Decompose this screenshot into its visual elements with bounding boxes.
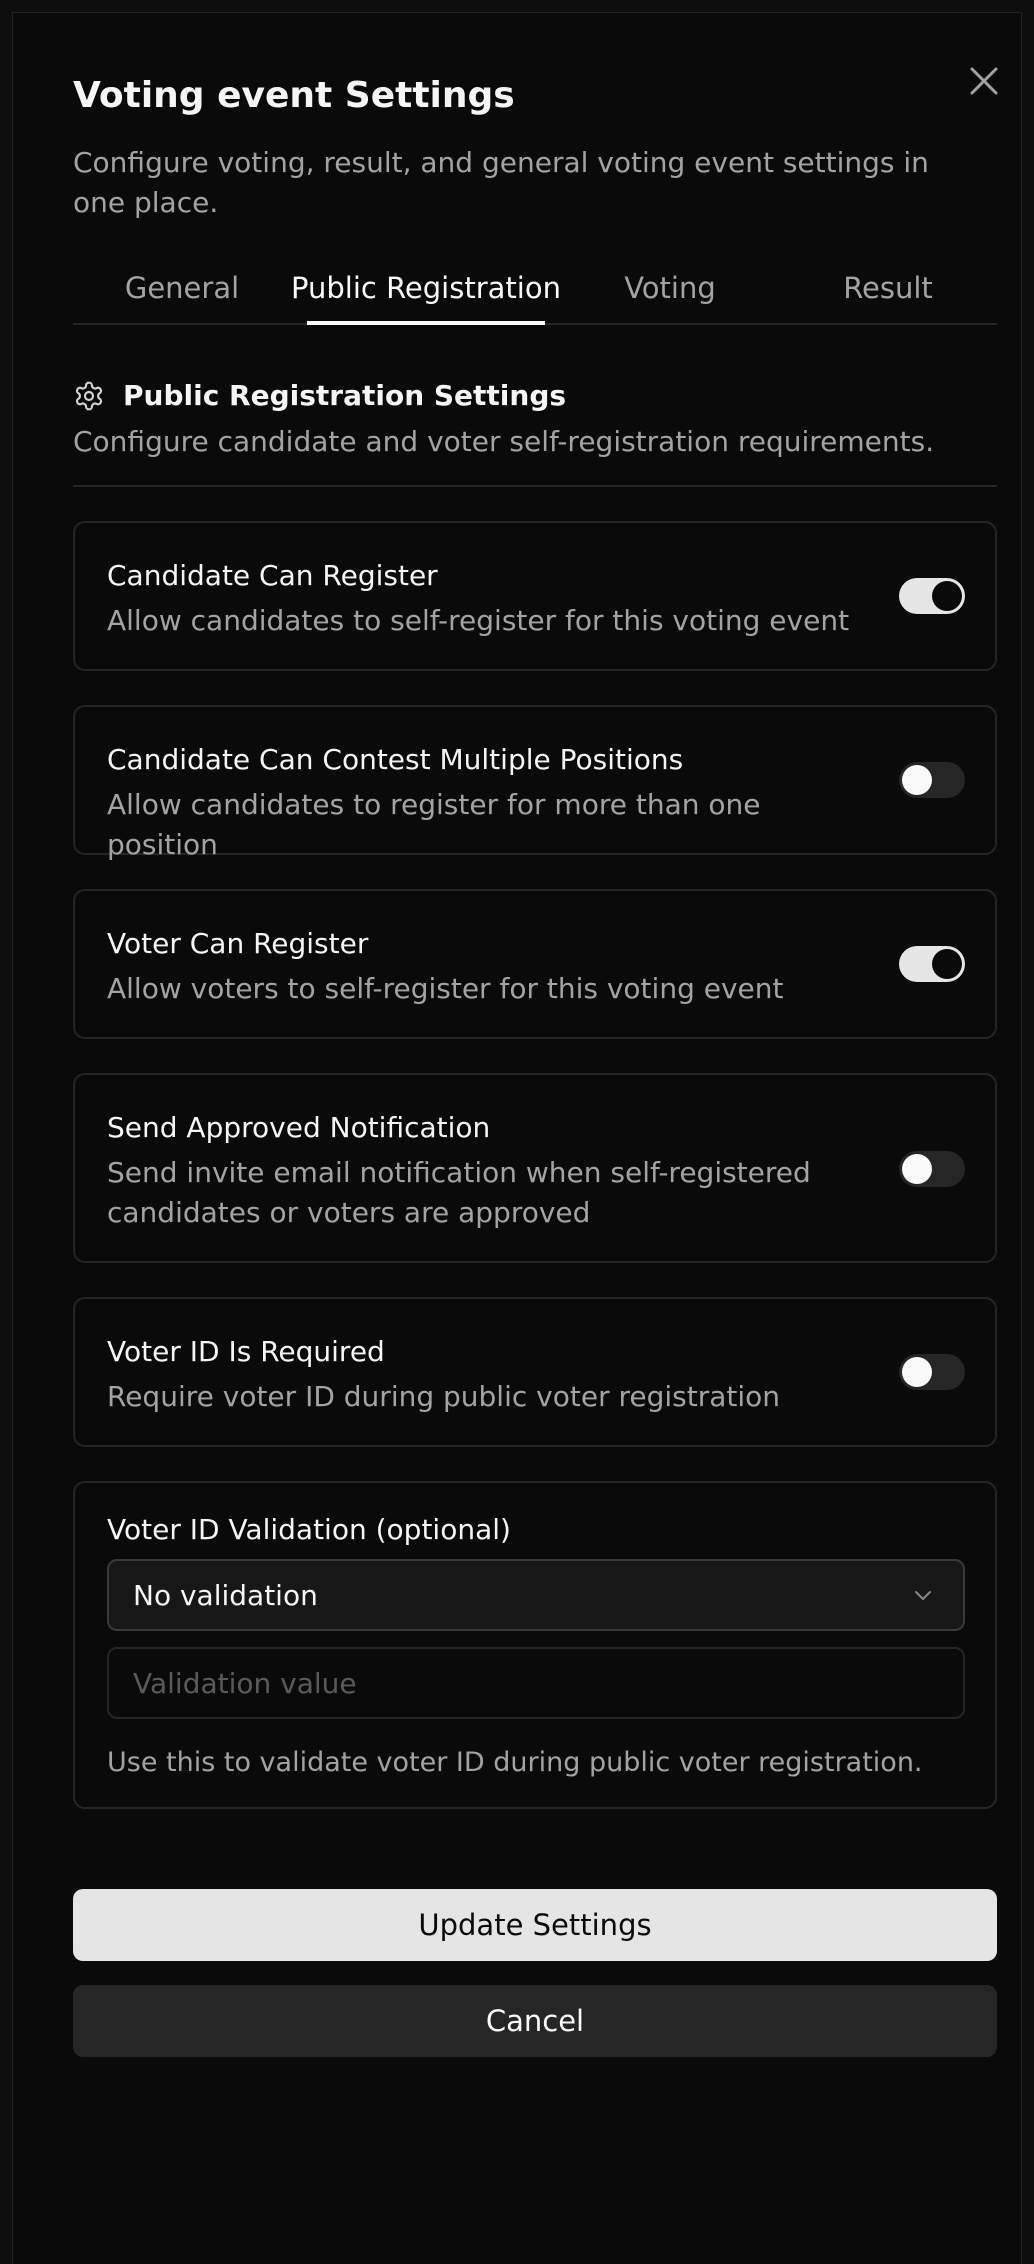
- update-settings-button[interactable]: Update Settings: [73, 1889, 997, 1961]
- tab-result[interactable]: Result: [779, 261, 997, 323]
- setting-description: Send invite email notification when self…: [107, 1156, 811, 1229]
- section-description: Configure candidate and voter self-regis…: [73, 425, 935, 458]
- settings-dialog: Voting event Settings Configure voting, …: [12, 12, 1022, 2264]
- toggle-knob: [902, 1357, 932, 1387]
- setting-candidate-multiple-positions: Candidate Can Contest Multiple Positions…: [73, 705, 997, 861]
- toggle-knob: [932, 949, 962, 979]
- setting-title: Voter ID Is Required: [107, 1335, 385, 1368]
- validation-type-select[interactable]: No validation: [107, 1559, 965, 1631]
- section-divider: [73, 485, 997, 487]
- candidate-can-register-toggle[interactable]: [899, 578, 965, 614]
- setting-description: Allow voters to self-register for this v…: [107, 972, 784, 1005]
- toggle-knob: [902, 1154, 932, 1184]
- setting-description: Allow candidates to self-register for th…: [107, 604, 850, 637]
- setting-title: Candidate Can Contest Multiple Positions: [107, 743, 684, 776]
- setting-description: Require voter ID during public voter reg…: [107, 1380, 781, 1413]
- voter-id-validation-card: Voter ID Validation (optional) No valida…: [73, 1481, 997, 1809]
- setting-voter-id-required: Voter ID Is Required Require voter ID du…: [73, 1297, 997, 1447]
- voter-can-register-toggle[interactable]: [899, 946, 965, 982]
- setting-candidate-can-register: Candidate Can Register Allow candidates …: [73, 521, 997, 671]
- validation-value-input[interactable]: [107, 1647, 965, 1719]
- validation-label: Voter ID Validation (optional): [107, 1513, 511, 1546]
- tab-general[interactable]: General: [73, 261, 291, 323]
- dialog-subtitle: Configure voting, result, and general vo…: [73, 146, 929, 219]
- setting-title: Voter Can Register: [107, 927, 369, 960]
- setting-title: Send Approved Notification: [107, 1111, 491, 1144]
- setting-description: Allow candidates to register for more th…: [107, 788, 761, 861]
- validation-helper-text: Use this to validate voter ID during pub…: [107, 1747, 923, 1778]
- voter-id-required-toggle[interactable]: [899, 1354, 965, 1390]
- cancel-button[interactable]: Cancel: [73, 1985, 997, 2057]
- candidate-multiple-positions-toggle[interactable]: [899, 762, 965, 798]
- send-approved-notification-toggle[interactable]: [899, 1151, 965, 1187]
- gear-icon: [75, 381, 103, 410]
- section-header: Public Registration Settings: [73, 379, 566, 412]
- settings-tabs: General Public Registration Voting Resul…: [73, 261, 997, 325]
- close-button[interactable]: [960, 57, 1008, 105]
- toggle-knob: [902, 765, 932, 795]
- toggle-knob: [932, 581, 962, 611]
- setting-title: Candidate Can Register: [107, 559, 438, 592]
- validation-selected-value: No validation: [133, 1578, 318, 1612]
- setting-voter-can-register: Voter Can Register Allow voters to self-…: [73, 889, 997, 1039]
- section-title: Public Registration Settings: [123, 379, 567, 412]
- tab-voting[interactable]: Voting: [561, 261, 779, 323]
- chevron-down-icon: [915, 1591, 931, 1600]
- tab-public-registration[interactable]: Public Registration: [291, 261, 561, 325]
- setting-send-approved-notification: Send Approved Notification Send invite e…: [73, 1073, 997, 1263]
- dialog-title: Voting event Settings: [73, 75, 515, 116]
- close-icon: [970, 67, 998, 95]
